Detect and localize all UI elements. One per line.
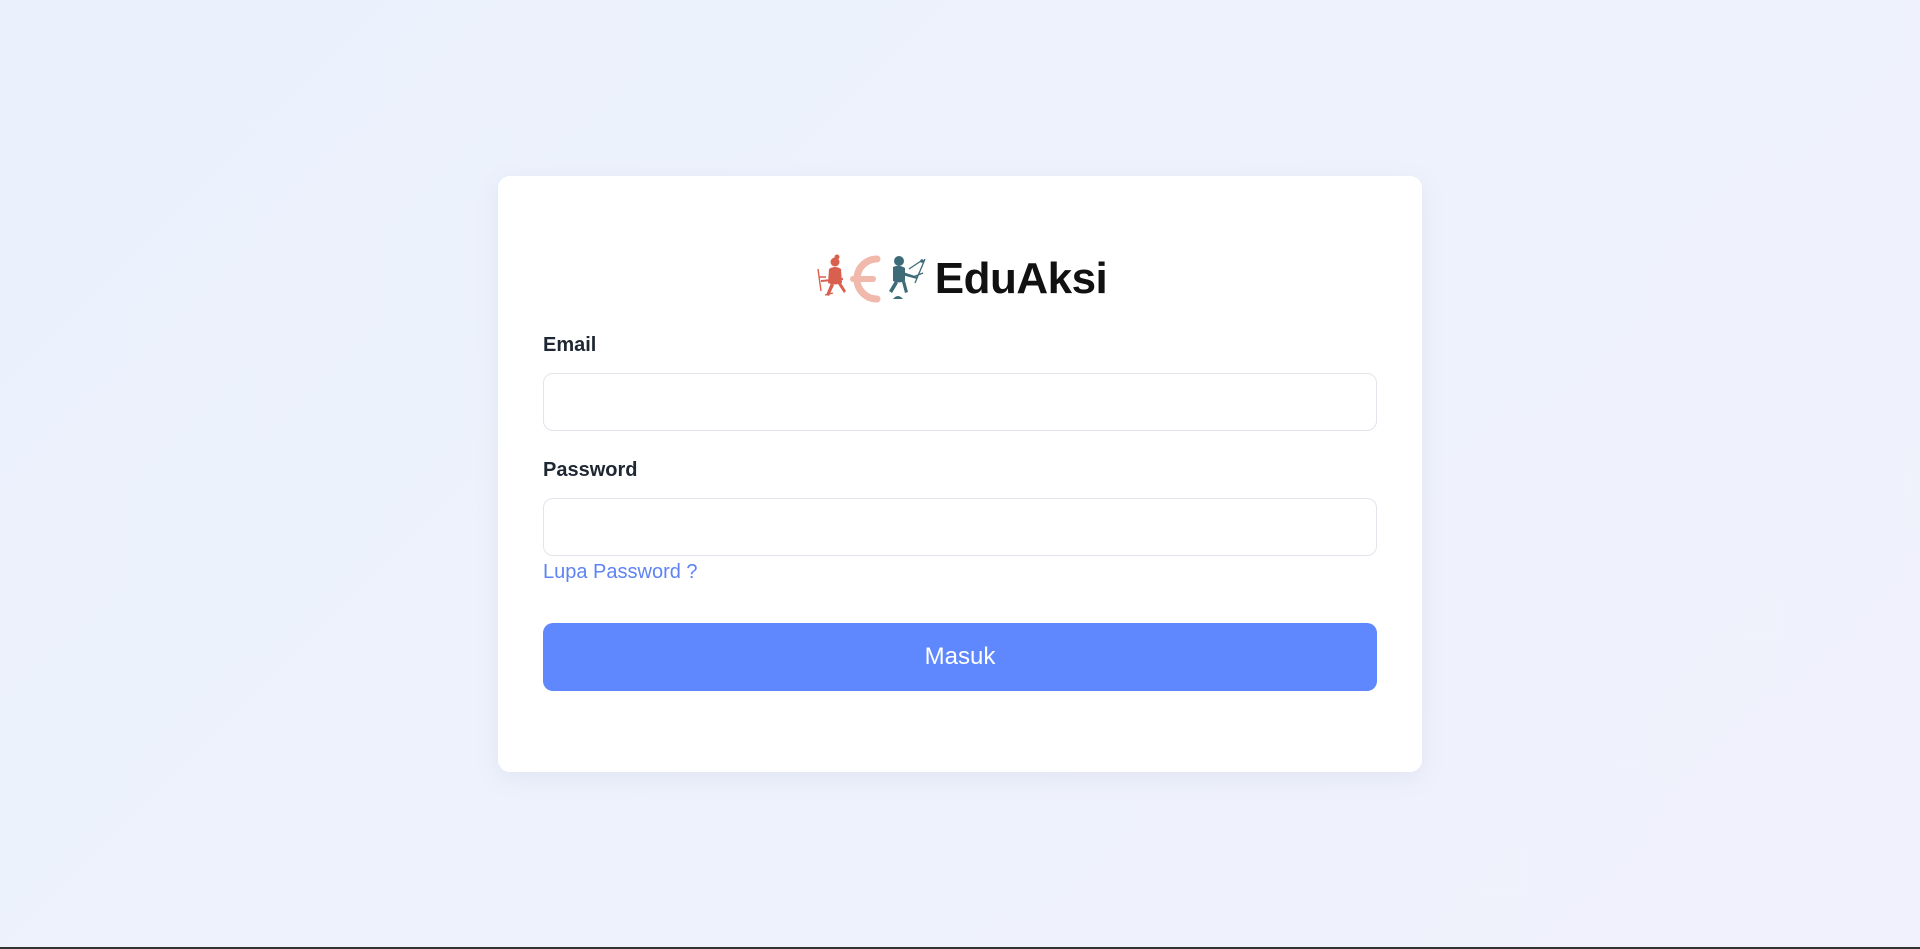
login-card: EduAksi Email Password Lupa Password ? M… [498, 176, 1422, 772]
brand-name: EduAksi [934, 254, 1108, 303]
password-field[interactable] [543, 498, 1377, 556]
email-field[interactable] [543, 373, 1377, 431]
email-label: Email [543, 334, 597, 356]
password-label: Password [543, 459, 638, 481]
login-button[interactable]: Masuk [543, 623, 1377, 691]
forgot-password-link[interactable]: Lupa Password ? [543, 561, 698, 584]
brand-header: EduAksi [498, 244, 1422, 314]
eduaksi-logo-icon [817, 254, 926, 303]
